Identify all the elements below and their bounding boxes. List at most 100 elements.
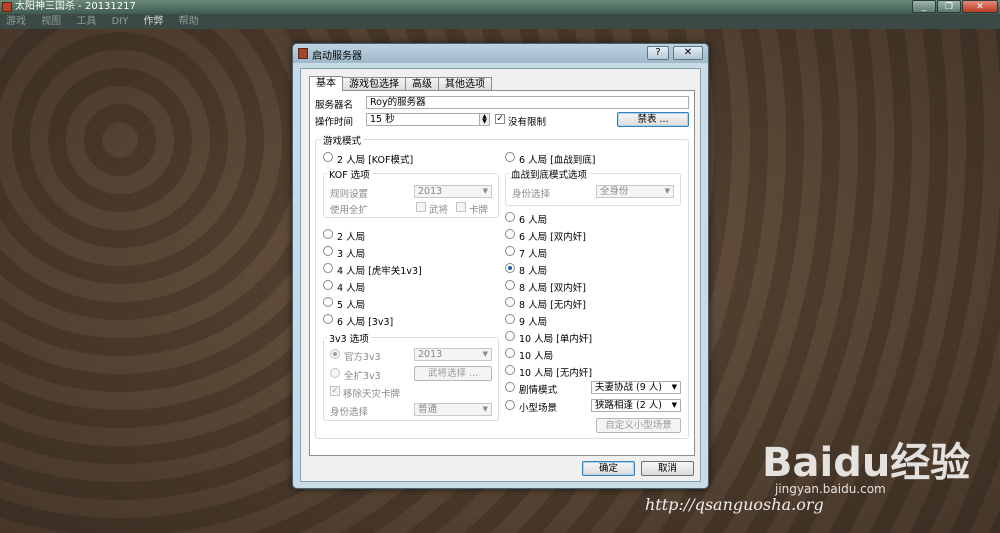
close-window-button[interactable]: ✕	[962, 0, 998, 13]
mode-radio-r4[interactable]	[505, 280, 515, 290]
tab-packages[interactable]: 游戏包选择	[342, 77, 406, 91]
ok-button[interactable]: 确定	[582, 461, 635, 476]
help-button[interactable]: ?	[647, 46, 669, 60]
spin-arrows-icon[interactable]: ▲ ▼	[479, 114, 489, 125]
full-3v3-radio[interactable]	[330, 368, 340, 378]
mode-radio-6p-3v3[interactable]	[323, 314, 333, 324]
chevron-down-icon: ▼	[664, 187, 670, 195]
custom-mini-scene-button[interactable]: 自定义小型场景	[596, 418, 681, 433]
baidu-watermark-logo: Baidu经验	[762, 440, 971, 486]
server-name-input[interactable]: Roy的服务器	[366, 96, 689, 109]
server-name-label: 服务器名	[315, 100, 354, 111]
v3-options-label: 3v3 选项	[327, 331, 371, 345]
remove-disaster-label: 移除天灾卡牌	[343, 389, 401, 400]
official-3v3-label: 官方3v3	[344, 352, 381, 363]
mode-label-r9: 10 人局 [无内奸]	[519, 368, 593, 379]
role-select-label-3v3: 身份选择	[330, 407, 369, 418]
mode-label-4p-hulao: 4 人局 [虎牢关1v3]	[337, 266, 422, 277]
no-limit-checkbox[interactable]: ✓	[495, 114, 505, 124]
bloody-options-label: 血战到底模式选项	[509, 167, 590, 181]
menu-help[interactable]: 帮助	[179, 16, 199, 27]
story-mode-label: 剧情模式	[519, 385, 558, 396]
mode-radio-r6[interactable]	[505, 314, 515, 324]
op-time-spinbox[interactable]: 15 秒 ▲ ▼	[366, 113, 490, 126]
app-menubar: 游戏 视图 工具 DIY 作弊 帮助	[0, 14, 1000, 29]
baidu-watermark-url: jingyan.baidu.com	[775, 482, 886, 496]
mode-radio-kof[interactable]	[323, 152, 333, 162]
mini-scene-select[interactable]: 狭路相逢 (2 人) ▼	[591, 399, 681, 412]
tab-panel-basic: 服务器名 Roy的服务器 操作时间 15 秒 ▲ ▼ ✓ 没有限制 禁表 ... …	[309, 90, 695, 456]
mode-radio-r7[interactable]	[505, 331, 515, 341]
no-limit-label: 没有限制	[508, 117, 547, 128]
chevron-down-icon: ▼	[671, 401, 677, 409]
official-3v3-select[interactable]: 2013 ▼	[414, 348, 492, 361]
mode-radio-5p[interactable]	[323, 297, 333, 307]
mode-radio-4p[interactable]	[323, 280, 333, 290]
mode-label-4p: 4 人局	[337, 283, 366, 294]
op-time-value: 15 秒	[370, 114, 395, 125]
mini-scene-radio[interactable]	[505, 400, 515, 410]
chevron-down-icon: ▼	[482, 350, 488, 358]
mode-radio-2p[interactable]	[323, 229, 333, 239]
story-mode-radio[interactable]	[505, 382, 515, 392]
chevron-down-icon: ▼	[671, 383, 677, 391]
site-watermark: http://qsanguosha.org	[645, 495, 824, 514]
tab-basic[interactable]: 基本	[309, 76, 343, 91]
role-select-3v3[interactable]: 普通 ▼	[414, 403, 492, 416]
menu-diy[interactable]: DIY	[112, 16, 129, 27]
minimize-button[interactable]: _	[912, 0, 936, 13]
menu-view[interactable]: 视图	[41, 16, 61, 27]
mode-label-3p: 3 人局	[337, 249, 366, 260]
role-select-bloody[interactable]: 全身份 ▼	[596, 185, 674, 198]
general-select-button[interactable]: 武将选择 ...	[414, 366, 492, 381]
role-select-bloody-value: 全身份	[600, 186, 629, 197]
app-titlebar: 太阳神三国杀 - 20131217 _ ❐ ✕	[0, 0, 1000, 14]
official-3v3-radio[interactable]	[330, 349, 340, 359]
rule-select[interactable]: 2013 ▼	[414, 185, 492, 198]
general-checkbox[interactable]	[416, 202, 426, 212]
dialog-close-button[interactable]: ✕	[673, 46, 703, 60]
maximize-button[interactable]: ❐	[937, 0, 961, 13]
mode-label-r8: 10 人局	[519, 351, 554, 362]
op-time-label: 操作时间	[315, 117, 354, 128]
mode-label-r3: 8 人局	[519, 266, 548, 277]
mode-radio-6p-bloody[interactable]	[505, 152, 515, 162]
menu-game[interactable]: 游戏	[6, 16, 26, 27]
tab-other[interactable]: 其他选项	[438, 77, 492, 91]
app-icon	[2, 2, 12, 12]
mode-radio-r3[interactable]	[505, 263, 515, 273]
remove-disaster-checkbox[interactable]: ✓	[330, 386, 340, 396]
story-mode-select[interactable]: 夫妻协战 (9 人) ▼	[591, 381, 681, 394]
mode-radio-4p-hulao[interactable]	[323, 263, 333, 273]
ban-list-button[interactable]: 禁表 ...	[617, 112, 689, 127]
mode-radio-3p[interactable]	[323, 246, 333, 256]
mode-radio-r2[interactable]	[505, 246, 515, 256]
mode-radio-r0[interactable]	[505, 212, 515, 222]
mode-label-r5: 8 人局 [无内奸]	[519, 300, 586, 311]
start-server-dialog: 启动服务器 ? ✕ 基本 游戏包选择 高级 其他选项 服务器名 Roy的服务器 …	[292, 43, 709, 489]
dialog-titlebar[interactable]: 启动服务器 ? ✕	[293, 44, 708, 63]
cancel-button[interactable]: 取消	[641, 461, 694, 476]
tab-bar: 基本 游戏包选择 高级 其他选项	[309, 76, 492, 91]
chevron-down-icon: ▼	[482, 187, 488, 195]
official-3v3-value: 2013	[418, 349, 443, 360]
mode-label-r7: 10 人局 [单内奸]	[519, 334, 593, 345]
mode-radio-r5[interactable]	[505, 297, 515, 307]
mode-radio-r1[interactable]	[505, 229, 515, 239]
dialog-client: 基本 游戏包选择 高级 其他选项 服务器名 Roy的服务器 操作时间 15 秒 …	[300, 68, 701, 482]
kof-options-label: KOF 选项	[327, 167, 372, 181]
mode-label-r0: 6 人局	[519, 215, 548, 226]
dialog-title: 启动服务器	[312, 51, 362, 62]
story-mode-value: 夫妻协战 (9 人)	[595, 382, 662, 393]
card-checkbox[interactable]	[456, 202, 466, 212]
mode-label-r6: 9 人局	[519, 317, 548, 328]
menu-cheat[interactable]: 作弊	[144, 16, 164, 27]
mini-scene-value: 狭路相逢 (2 人)	[595, 400, 662, 411]
full-3v3-label: 全扩3v3	[344, 371, 381, 382]
chevron-down-icon: ▼	[482, 405, 488, 413]
mode-radio-r9[interactable]	[505, 365, 515, 375]
mode-label-r4: 8 人局 [双内奸]	[519, 283, 586, 294]
tab-advanced[interactable]: 高级	[405, 77, 439, 91]
menu-tools[interactable]: 工具	[76, 16, 96, 27]
mode-radio-r8[interactable]	[505, 348, 515, 358]
